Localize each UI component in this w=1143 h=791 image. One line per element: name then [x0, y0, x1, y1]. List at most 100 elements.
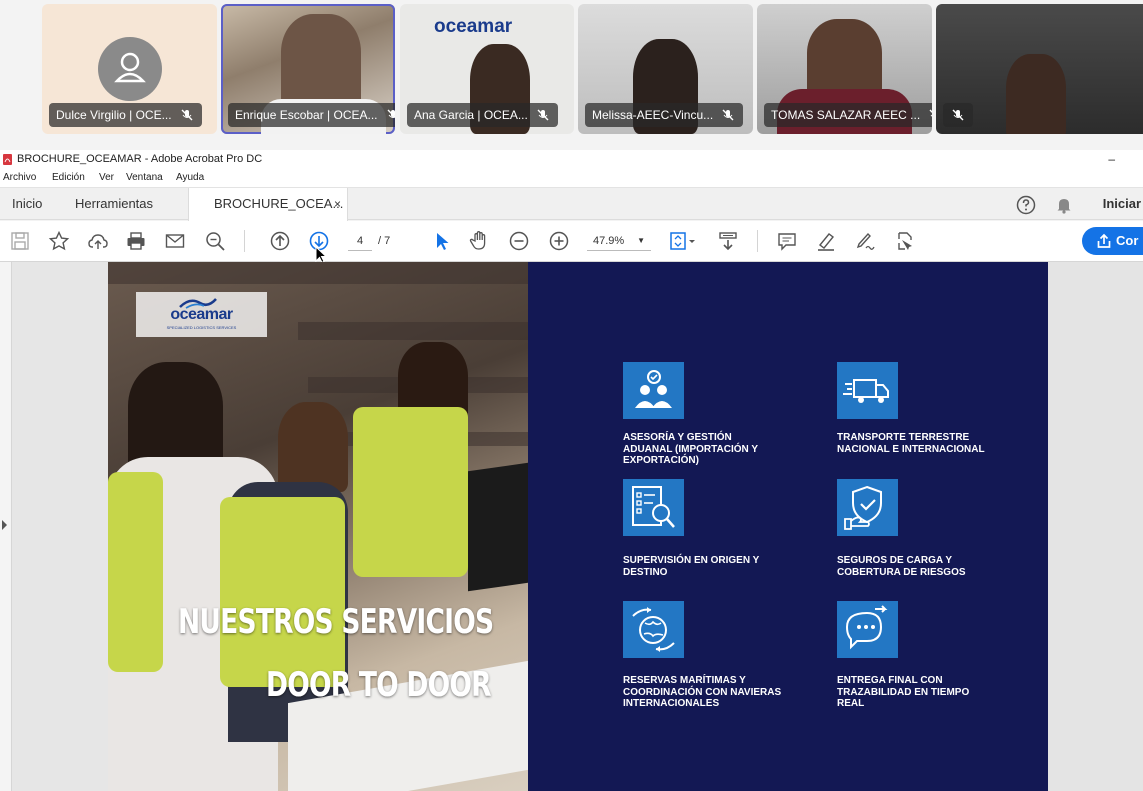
menu-edicion[interactable]: Edición — [52, 169, 85, 187]
headline-line2: DOOR TO DOOR — [266, 665, 492, 705]
toolbar-divider — [757, 230, 758, 252]
participant-tile[interactable]: Melissa-AEEC-Vincu... — [578, 4, 753, 134]
toolbar-divider — [244, 230, 245, 252]
safety-vest — [108, 472, 163, 672]
chevron-down-icon: ▼ — [637, 236, 645, 245]
participant-tile[interactable]: oceamar Ana Garcia | OCEA... — [400, 4, 574, 134]
mic-off-icon — [722, 109, 734, 121]
comment-icon[interactable] — [776, 230, 798, 252]
tab-tools[interactable]: Herramientas — [75, 188, 153, 220]
sign-pen-icon[interactable] — [854, 230, 876, 252]
participant-name-tag: Ana Garcia | OCEA... — [407, 103, 558, 127]
services-panel: ASESORÍA Y GESTIÓN ADUANAL (IMPORTACIÓN … — [528, 262, 1048, 791]
participant-name: Enrique Escobar | OCEA... — [235, 108, 378, 122]
share-button[interactable]: Cor — [1082, 227, 1143, 255]
video-call-strip: Dulce Virgilio | OCE... Enrique Escobar … — [0, 0, 1143, 140]
zoom-out-icon[interactable] — [508, 230, 530, 252]
participant-name-tag — [943, 103, 973, 127]
warehouse-photo — [108, 262, 528, 791]
tab-bar: Inicio Herramientas BROCHURE_OCEA... × I… — [0, 187, 1143, 221]
acrobat-icon — [3, 154, 12, 165]
avatar — [98, 37, 162, 101]
participant-name: TOMAS SALAZAR AEEC ... — [771, 108, 921, 122]
participant-name: Ana Garcia | OCEA... — [414, 108, 528, 122]
toolbar: 4 / 7 47.9% ▼ Cor — [0, 221, 1143, 262]
maritime-booking-icon — [623, 601, 684, 658]
participant-tile-active[interactable]: Enrique Escobar | OCEA... — [221, 4, 395, 134]
fit-page-icon[interactable] — [668, 230, 698, 252]
participant-name-tag: Dulce Virgilio | OCE... — [49, 103, 202, 127]
laptop — [468, 462, 528, 592]
headline-line1: NUESTROS SERVICIOS — [178, 602, 494, 642]
redact-tool-icon[interactable] — [893, 230, 915, 252]
participant-tile[interactable] — [936, 4, 1143, 134]
page-number-input[interactable]: 4 — [348, 231, 372, 251]
window-title-bar: BROCHURE_OCEAMAR - Adobe Acrobat Pro DC … — [0, 150, 1143, 169]
logo-tagline: SPECIALIZED LOGISTICS SERVICES — [166, 325, 237, 330]
mic-off-icon — [952, 109, 964, 121]
minimize-button[interactable]: – — [1108, 150, 1115, 169]
share-label: Cor — [1116, 233, 1139, 248]
scroll-mode-icon[interactable] — [717, 230, 739, 252]
participant-name: Dulce Virgilio | OCE... — [56, 108, 172, 122]
service-label: TRANSPORTE TERRESTRE NACIONAL E INTERNAC… — [837, 432, 985, 455]
menu-ventana[interactable]: Ventana — [126, 169, 163, 187]
select-cursor-icon[interactable] — [430, 230, 452, 252]
shelf — [298, 322, 528, 340]
advisory-icon — [623, 362, 684, 419]
document-viewport[interactable]: oceamar SPECIALIZED LOGISTICS SERVICES N… — [0, 262, 1143, 791]
zoom-level: 47.9% — [593, 235, 625, 247]
previous-page-icon[interactable] — [269, 230, 291, 252]
safety-vest — [353, 407, 468, 577]
company-logo: oceamar SPECIALIZED LOGISTICS SERVICES — [136, 292, 267, 337]
truck-icon — [837, 362, 898, 419]
expand-panel-icon[interactable] — [2, 520, 7, 530]
participant-name-tag: Melissa-AEEC-Vincu... — [585, 103, 744, 127]
service-label: SUPERVISIÓN EN ORIGEN Y DESTINO — [623, 555, 760, 578]
inspection-icon — [623, 479, 684, 536]
service-label: ASESORÍA Y GESTIÓN ADUANAL (IMPORTACIÓN … — [623, 432, 758, 466]
page-gutter — [1048, 262, 1143, 791]
person-icon — [114, 52, 146, 83]
service-label: SEGUROS DE CARGA Y COBERTURA DE RIESGOS — [837, 555, 966, 578]
service-label: RESERVAS MARÍTIMAS Y COORDINACIÓN CON NA… — [623, 675, 782, 709]
participant-tile[interactable]: TOMAS SALAZAR AEEC ... — [757, 4, 932, 134]
tracking-icon — [837, 601, 898, 658]
participant-video — [281, 14, 361, 109]
highlight-pen-icon[interactable] — [815, 230, 837, 252]
email-icon[interactable] — [164, 230, 186, 252]
participant-name: Melissa-AEEC-Vincu... — [592, 108, 714, 122]
menu-ayuda[interactable]: Ayuda — [176, 169, 204, 187]
star-icon[interactable] — [48, 230, 70, 252]
logo-text: oceamar — [170, 306, 233, 323]
print-icon[interactable] — [125, 230, 147, 252]
tab-home[interactable]: Inicio — [12, 188, 42, 220]
sign-in-button[interactable]: Iniciar — [1103, 188, 1141, 220]
participant-name-tag: TOMAS SALAZAR AEEC ... — [764, 103, 932, 127]
worker-head — [278, 402, 348, 492]
hand-tool-icon[interactable] — [469, 230, 491, 252]
page-total: / 7 — [378, 235, 391, 247]
participant-video — [1006, 54, 1066, 134]
mic-off-icon — [537, 109, 549, 121]
window-title: BROCHURE_OCEAMAR - Adobe Acrobat Pro DC — [17, 153, 263, 165]
close-tab-button[interactable]: × — [334, 188, 341, 220]
upload-cloud-icon[interactable] — [87, 230, 109, 252]
participant-name-tag: Enrique Escobar | OCEA... — [228, 103, 395, 127]
tab-document[interactable]: BROCHURE_OCEA... × — [188, 188, 348, 221]
bell-icon[interactable] — [1054, 195, 1074, 215]
left-panel-collapsed[interactable] — [0, 262, 12, 791]
help-icon[interactable] — [1016, 195, 1036, 215]
worker-head — [128, 362, 223, 472]
shelf — [108, 262, 528, 284]
zoom-in-icon[interactable] — [548, 230, 570, 252]
menu-ver[interactable]: Ver — [99, 169, 114, 187]
insurance-icon — [837, 479, 898, 536]
participant-tile[interactable]: Dulce Virgilio | OCE... — [42, 4, 217, 134]
zoom-level-select[interactable]: 47.9% ▼ — [587, 231, 651, 251]
mic-off-icon — [387, 109, 395, 119]
menu-archivo[interactable]: Archivo — [3, 169, 36, 187]
search-zoom-icon[interactable] — [204, 230, 226, 252]
save-icon[interactable] — [9, 230, 31, 252]
menu-bar: Archivo Edición Ver Ventana Ayuda — [0, 169, 1143, 187]
